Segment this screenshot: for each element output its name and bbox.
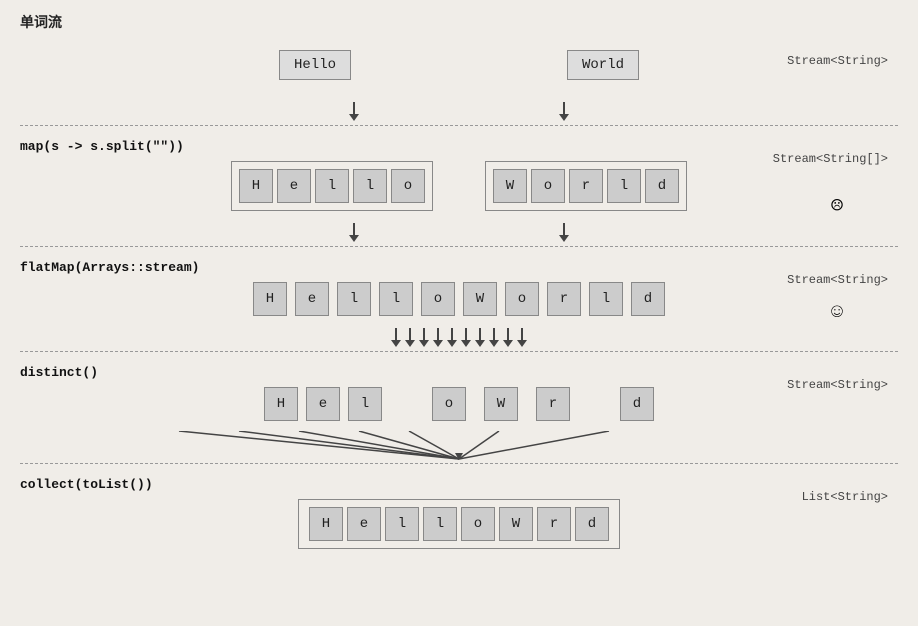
- list-d: d: [575, 507, 609, 541]
- word-hello: Hello: [279, 50, 351, 80]
- flat-l3: l: [589, 282, 623, 316]
- divider-3: [20, 351, 898, 352]
- arrow-worldgroup-flat: [559, 223, 569, 242]
- char-o2: o: [531, 169, 565, 203]
- char-d1: d: [645, 169, 679, 203]
- stream-label-1: Stream<String[]>: [773, 152, 888, 166]
- divider-1: [20, 125, 898, 126]
- dist-r: r: [536, 387, 570, 421]
- arrow-flat-o2: [475, 328, 485, 347]
- flat-l1: l: [337, 282, 371, 316]
- arrow-flat-e: [405, 328, 415, 347]
- char-H1: H: [239, 169, 273, 203]
- page-title: 单词流: [20, 12, 898, 32]
- list-result-group: H e l l o W r d: [298, 499, 620, 549]
- arrow-world-map: [559, 102, 569, 121]
- arrow-flat-l1: [419, 328, 429, 347]
- char-l3: l: [607, 169, 641, 203]
- distinct-operation-label: distinct(): [20, 365, 898, 380]
- dist-l: l: [348, 387, 382, 421]
- list-r: r: [537, 507, 571, 541]
- happy-emoji: ☺: [831, 301, 843, 324]
- char-W1: W: [493, 169, 527, 203]
- flatmap-operation-label: flatMap(Arrays::stream): [20, 260, 898, 275]
- stream-label-4: List<String>: [802, 490, 888, 504]
- flat-r: r: [547, 282, 581, 316]
- dist-H: H: [264, 387, 298, 421]
- world-char-group: W o r l d: [485, 161, 687, 211]
- divider-2: [20, 246, 898, 247]
- hello-char-group: H e l l o: [231, 161, 433, 211]
- word-world: World: [567, 50, 639, 80]
- diagram-container: 单词流 Hello World Stream<String> map(s -> …: [0, 0, 918, 571]
- divider-4: [20, 463, 898, 464]
- flat-d: d: [631, 282, 665, 316]
- arrow-flat-r: [489, 328, 499, 347]
- arrow-flat-l2: [433, 328, 443, 347]
- char-o1: o: [391, 169, 425, 203]
- stream-label-3: Stream<String>: [787, 378, 888, 392]
- dist-W: W: [484, 387, 518, 421]
- arrow-flat-H: [391, 328, 401, 347]
- stream-label-0: Stream<String>: [787, 54, 888, 68]
- section-flatmap: flatMap(Arrays::stream) H e l l o W o r …: [20, 251, 898, 326]
- list-e: e: [347, 507, 381, 541]
- char-r1: r: [569, 169, 603, 203]
- list-o: o: [461, 507, 495, 541]
- dist-e: e: [306, 387, 340, 421]
- dist-d: d: [620, 387, 654, 421]
- list-l: l: [385, 507, 419, 541]
- map-operation-label: map(s -> s.split("")): [20, 139, 898, 154]
- char-l2: l: [353, 169, 387, 203]
- section-map: map(s -> s.split("")) H e l l o W o r l …: [20, 130, 898, 221]
- section-input: Hello World Stream<String>: [20, 40, 898, 100]
- arrow-flat-o: [447, 328, 457, 347]
- flat-W: W: [463, 282, 497, 316]
- flat-l2: l: [379, 282, 413, 316]
- stream-label-2: Stream<String>: [787, 273, 888, 287]
- flat-o: o: [421, 282, 455, 316]
- arrow-flat-l3: [503, 328, 513, 347]
- flat-H: H: [253, 282, 287, 316]
- flat-e: e: [295, 282, 329, 316]
- list-H: H: [309, 507, 343, 541]
- collect-operation-label: collect(toList()): [20, 477, 898, 492]
- dist-o: o: [432, 387, 466, 421]
- list-l2: l: [423, 507, 457, 541]
- list-W: W: [499, 507, 533, 541]
- arrow-flat-W: [461, 328, 471, 347]
- char-e1: e: [277, 169, 311, 203]
- sad-emoji: ☹: [831, 193, 843, 219]
- section-distinct: distinct() H e l o W r d Stream<String>: [20, 356, 898, 431]
- char-l1: l: [315, 169, 349, 203]
- converging-svg: [119, 431, 799, 461]
- arrow-hello-map: [349, 102, 359, 121]
- flat-o2: o: [505, 282, 539, 316]
- converging-arrows: [20, 431, 898, 459]
- arrow-hellogroup-flat: [349, 223, 359, 242]
- arrow-flat-d: [517, 328, 527, 347]
- section-collect: collect(toList()) H e l l o W r d List<S…: [20, 468, 898, 559]
